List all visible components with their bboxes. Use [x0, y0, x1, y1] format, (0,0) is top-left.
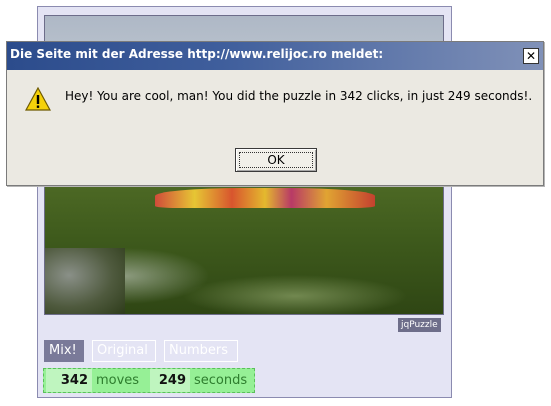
- original-button[interactable]: Original: [92, 340, 156, 362]
- seconds-count: 249: [150, 369, 190, 392]
- stats-bar: 342 moves 249 seconds: [43, 368, 255, 393]
- hot-air-balloon: [155, 188, 375, 208]
- tree-foliage: [45, 248, 125, 314]
- dialog-titlebar[interactable]: Die Seite mit der Adresse http://www.rel…: [7, 42, 543, 70]
- alert-dialog: Die Seite mit der Adresse http://www.rel…: [6, 41, 544, 186]
- seconds-label: seconds: [194, 373, 248, 388]
- dialog-message: Hey! You are cool, man! You did the puzz…: [65, 89, 533, 103]
- numbers-button[interactable]: Numbers: [164, 340, 238, 362]
- warning-icon: [25, 87, 51, 111]
- moves-label: moves: [96, 373, 140, 388]
- jqpuzzle-brand-tag[interactable]: jqPuzzle: [398, 318, 441, 332]
- mix-button[interactable]: Mix!: [44, 340, 84, 362]
- focus-ring: [239, 152, 313, 168]
- dialog-title: Die Seite mit der Adresse http://www.rel…: [10, 47, 384, 61]
- moves-count: 342: [46, 369, 92, 392]
- close-icon[interactable]: ✕: [523, 48, 539, 64]
- ok-button[interactable]: OK: [235, 148, 317, 172]
